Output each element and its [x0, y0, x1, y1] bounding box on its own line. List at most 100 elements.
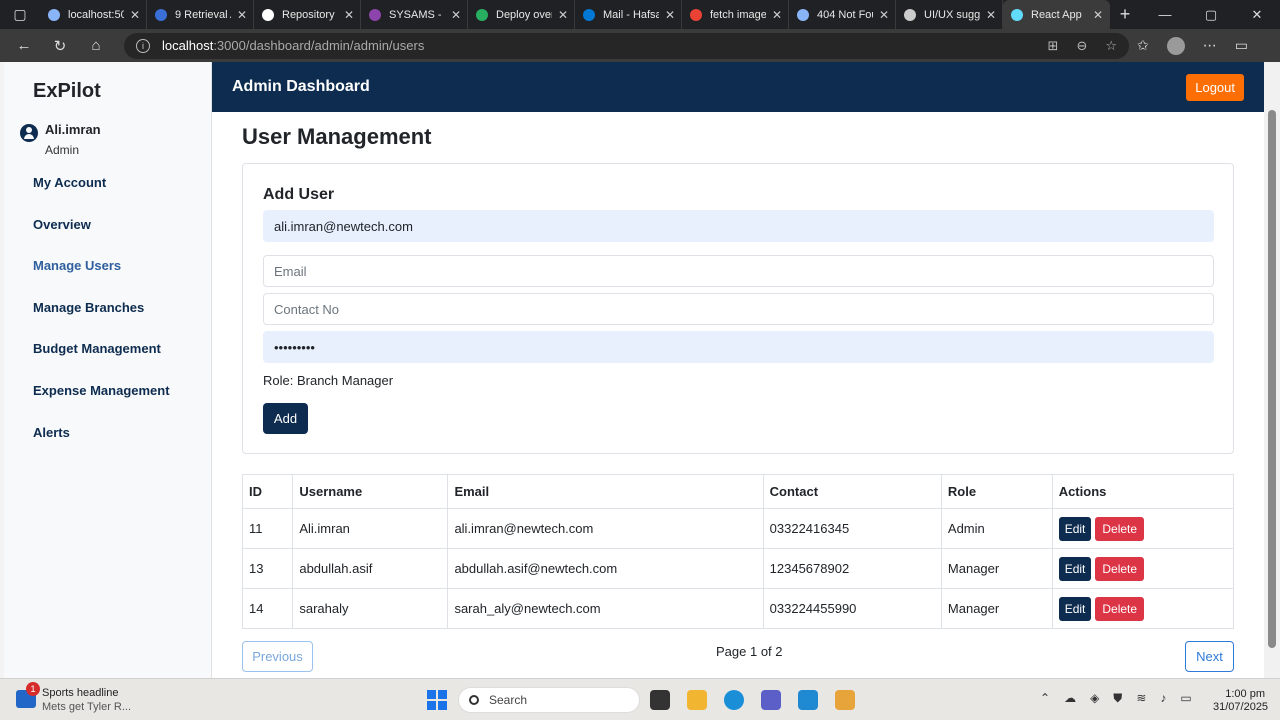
sidebar-item-alerts[interactable]: Alerts [33, 424, 170, 466]
tab-favicon-icon [1011, 8, 1023, 21]
password-field[interactable] [263, 331, 1214, 363]
file-explorer-icon[interactable] [687, 690, 707, 710]
site-info-icon[interactable]: i [136, 38, 150, 53]
scrollbar-thumb[interactable] [1268, 110, 1276, 648]
close-tab-icon[interactable]: ✕ [237, 8, 247, 22]
edit-button[interactable]: Edit [1058, 556, 1092, 581]
close-tab-icon[interactable]: ✕ [451, 8, 461, 22]
close-tab-icon[interactable]: ✕ [879, 8, 889, 22]
favorites-icon[interactable]: ✩ [1137, 37, 1149, 54]
tab-favicon-icon [904, 8, 916, 21]
delete-button[interactable]: Delete [1095, 516, 1145, 541]
cell-contact: 03322416345 [762, 508, 942, 549]
browser-tab[interactable]: UI/UX sugge ✕ [896, 0, 1003, 29]
tab-title: Mail - Hafsa [603, 8, 659, 21]
browser-tab[interactable]: Repository s ✕ [254, 0, 361, 29]
sidebar-item-expense-management[interactable]: Expense Management [33, 382, 170, 424]
previous-page-button[interactable]: Previous [242, 641, 313, 672]
close-tab-icon[interactable]: ✕ [665, 8, 675, 22]
volume-icon[interactable]: ♪ [1160, 691, 1166, 706]
table-header-row: ID Username Email Contact Role Actions [241, 474, 1235, 509]
sidebar: ExPilot Ali.imran Admin My Account Overvi… [4, 62, 212, 678]
close-tab-icon[interactable]: ✕ [558, 8, 568, 22]
contact-field[interactable] [263, 293, 1214, 325]
home-icon[interactable]: ⌂ [78, 37, 114, 54]
tab-favicon-icon [155, 8, 167, 21]
sidebar-item-overview[interactable]: Overview [33, 216, 170, 258]
close-tab-icon[interactable]: ✕ [986, 8, 996, 22]
wifi-icon[interactable]: ≋ [1136, 691, 1146, 706]
sidebar-item-my-account[interactable]: My Account [33, 174, 170, 216]
delete-button[interactable]: Delete [1095, 596, 1145, 621]
refresh-icon[interactable]: ↻ [42, 37, 78, 55]
page-info: Page 1 of 2 [716, 644, 783, 659]
browser-tab[interactable]: fetch image ✕ [682, 0, 789, 29]
tab-favicon-icon [690, 8, 702, 21]
news-widget[interactable]: 1 Sports headline Mets get Tyler R... [16, 682, 131, 714]
browser-tab[interactable]: localhost:5000 ✕ [40, 0, 147, 29]
battery-icon[interactable]: ▭ [1180, 691, 1191, 706]
maximize-button[interactable]: ▢ [1188, 7, 1234, 23]
menu-dots-icon[interactable]: ⋯ [1203, 37, 1217, 54]
email-field[interactable] [263, 255, 1214, 287]
sidebar-nav: My Account Overview Manage Users Manage Bra… [33, 174, 170, 465]
browser-tab[interactable]: React App ✕ [1003, 0, 1110, 29]
task-view-icon[interactable] [650, 690, 670, 710]
url-input[interactable]: i localhost:3000/dashboard/admin/admin/u… [124, 32, 1129, 59]
teams-icon[interactable] [761, 690, 781, 710]
url-path: :3000/dashboard/admin/admin/users [213, 38, 425, 53]
minimize-button[interactable]: — [1142, 7, 1188, 23]
vscode-icon[interactable] [798, 690, 818, 710]
add-user-button[interactable]: Add [263, 403, 308, 434]
apps-icon[interactable]: ⊞ [1048, 38, 1059, 54]
browser-tab[interactable]: 404 Not Fou ✕ [789, 0, 896, 29]
edit-button[interactable]: Edit [1058, 516, 1092, 541]
clock[interactable]: 1:00 pm 31/07/2025 [1213, 688, 1268, 714]
favorite-star-icon[interactable]: ☆ [1105, 38, 1117, 54]
cell-contact: 12345678902 [762, 548, 942, 589]
app-icon[interactable] [835, 690, 855, 710]
tab-favicon-icon [262, 8, 274, 21]
news-badge: 1 [26, 682, 40, 696]
back-icon[interactable]: ← [6, 37, 42, 54]
window-controls: — ▢ ✕ [1142, 7, 1280, 23]
edge-browser-icon[interactable] [724, 690, 744, 710]
address-bar: ← ↻ ⌂ i localhost:3000/dashboard/admin/a… [0, 29, 1280, 62]
new-tab-button[interactable]: + [1110, 4, 1140, 25]
sidebar-item-budget-management[interactable]: Budget Management [33, 340, 170, 382]
close-tab-icon[interactable]: ✕ [772, 8, 782, 22]
cell-contact: 033224455990 [762, 588, 942, 629]
sidebar-item-manage-users[interactable]: Manage Users [33, 257, 170, 299]
shield-icon[interactable]: ⛊ [1113, 691, 1122, 706]
sidebar-toggle-icon[interactable]: ▭ [1235, 37, 1248, 54]
logout-button[interactable]: Logout [1186, 73, 1244, 101]
page-scrollbar[interactable] [1264, 62, 1280, 678]
browser-tab[interactable]: Mail - Hafsa ✕ [575, 0, 682, 29]
close-tab-icon[interactable]: ✕ [344, 8, 354, 22]
profile-avatar[interactable] [1166, 36, 1185, 55]
taskbar-search[interactable]: Search [458, 687, 640, 713]
cell-role: Manager [940, 588, 1053, 629]
username-field[interactable] [263, 210, 1214, 242]
cloud-icon[interactable]: ☁ [1064, 691, 1076, 706]
close-window-button[interactable]: ✕ [1234, 7, 1280, 23]
edit-button[interactable]: Edit [1058, 596, 1092, 621]
network-app-icon[interactable]: ◈ [1090, 691, 1099, 706]
more-tools-icon[interactable]: ⊖ [1076, 38, 1087, 54]
column-header: Username [292, 474, 449, 509]
chevron-up-icon[interactable]: ⌃ [1040, 691, 1050, 706]
tab-title: UI/UX sugge [924, 8, 980, 21]
close-tab-icon[interactable]: ✕ [130, 8, 140, 22]
tab-title: React App [1031, 8, 1082, 21]
next-page-button[interactable]: Next [1185, 641, 1234, 672]
tab-favicon-icon [476, 8, 488, 21]
delete-button[interactable]: Delete [1095, 556, 1145, 581]
browser-tab[interactable]: SYSAMS - Pe ✕ [361, 0, 468, 29]
browser-tab[interactable]: 9 Retrieval A ✕ [147, 0, 254, 29]
windows-start-icon[interactable] [427, 690, 447, 710]
browser-tab[interactable]: Deploy over ✕ [468, 0, 575, 29]
tab-actions-icon[interactable]: ▢ [0, 0, 40, 29]
cell-username: sarahaly [292, 588, 449, 629]
close-tab-icon[interactable]: ✕ [1093, 8, 1103, 22]
sidebar-item-manage-branches[interactable]: Manage Branches [33, 299, 170, 341]
